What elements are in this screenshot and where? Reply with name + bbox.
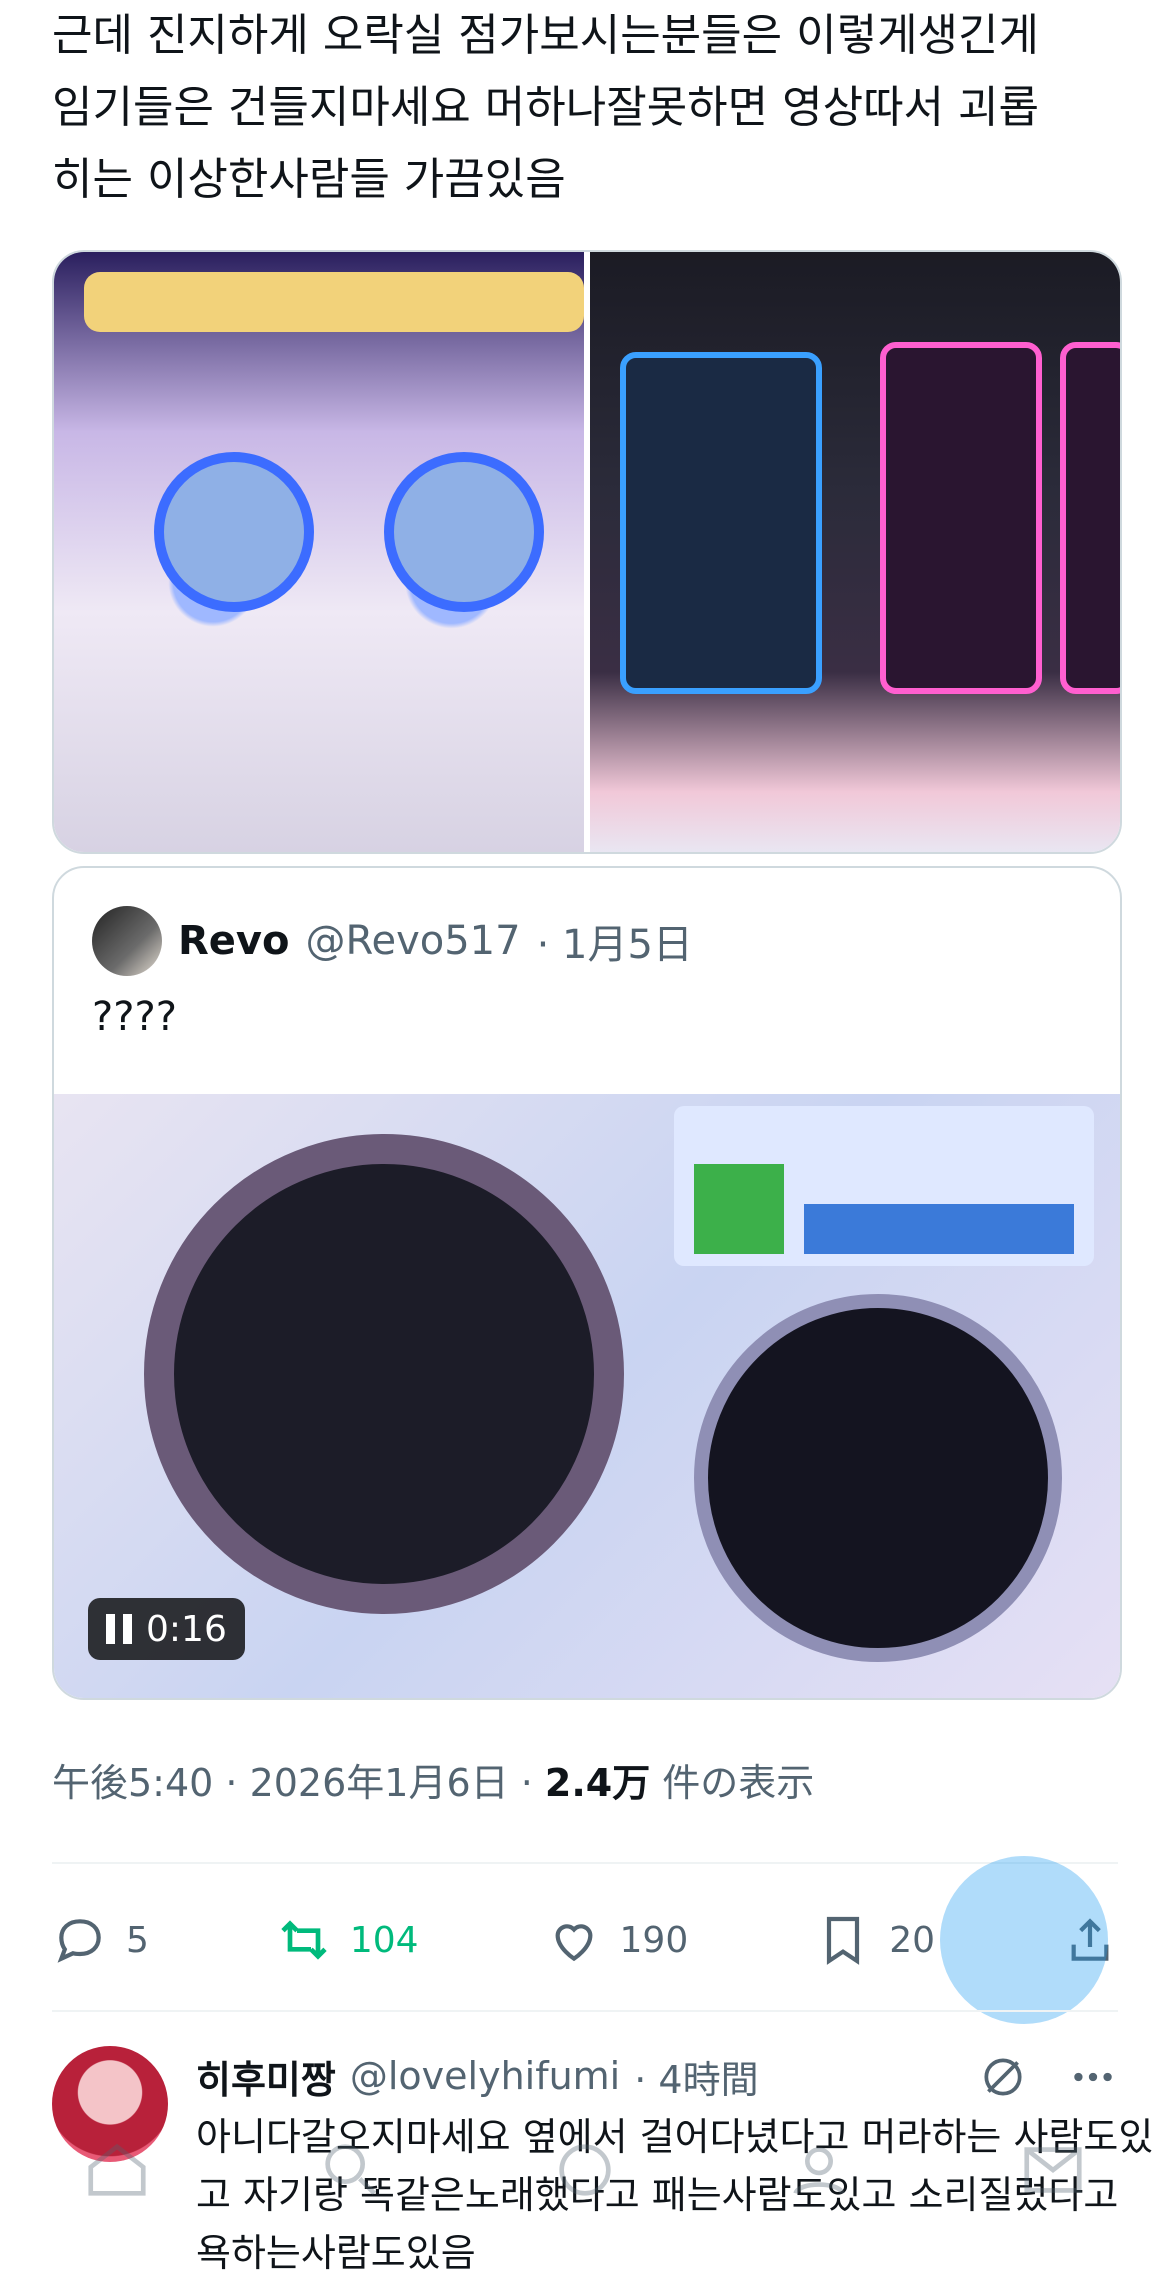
bookmark-icon <box>827 1916 860 1965</box>
reply-header: 히후미짱 @lovelyhifumi · 4時間 <box>196 2046 759 2106</box>
quote-author-name[interactable]: Revo <box>178 918 289 964</box>
home-icon[interactable] <box>82 2135 152 2205</box>
quote-header: Revo @Revo517 · 1月5日 <box>92 906 693 976</box>
pause-icon[interactable] <box>106 1614 132 1644</box>
communities-icon[interactable] <box>784 2135 854 2205</box>
like-icon <box>555 1924 592 1962</box>
grok-icon[interactable] <box>978 2052 1028 2102</box>
reply-author-name[interactable]: 히후미짱 <box>196 2049 336 2104</box>
bookmark-button[interactable]: 20 <box>815 1912 935 1968</box>
photo-arcade-machine-1[interactable] <box>54 252 584 852</box>
tweet-text: 근데 진지하게 오락실 점가보시는분들은 이렇게생긴게 임기들은 건들지마세요 … <box>52 10 1039 205</box>
divider <box>52 2010 1118 2012</box>
search-icon[interactable] <box>316 2135 386 2205</box>
view-label: 件の表示 <box>650 1761 815 1805</box>
like-count: 190 <box>619 1919 689 1961</box>
tweet-timestamp[interactable]: 午後5:40 · 2026年1月6日 · <box>52 1761 545 1805</box>
like-button[interactable]: 190 <box>546 1912 689 1968</box>
reply-icon <box>57 1919 101 1963</box>
compose-fab[interactable] <box>940 1856 1108 2024</box>
reply-author-handle[interactable]: @lovelyhifumi <box>350 2054 620 2098</box>
bottom-nav <box>0 2110 1170 2230</box>
quote-author-handle[interactable]: @Revo517 <box>305 918 520 964</box>
retweet-button[interactable]: 104 <box>276 1912 419 1968</box>
grok-nav-icon[interactable] <box>550 2135 620 2205</box>
media-grid[interactable] <box>52 250 1122 854</box>
video-player[interactable]: 0:16 <box>54 1094 1120 1698</box>
quote-date: · 1月5日 <box>536 922 693 968</box>
quote-text: ???? <box>92 994 177 1040</box>
view-count: 2.4万 <box>544 1761 651 1805</box>
photo-arcade-machine-2[interactable] <box>590 252 1120 852</box>
reply-count: 5 <box>126 1919 149 1961</box>
video-playback-badge[interactable]: 0:16 <box>88 1598 245 1660</box>
avatar[interactable] <box>92 906 162 976</box>
divider <box>52 1862 1118 1864</box>
reply-button[interactable]: 5 <box>52 1912 149 1968</box>
retweet-icon <box>281 1920 327 1960</box>
video-time: 0:16 <box>146 1608 227 1650</box>
quoted-tweet[interactable]: Revo @Revo517 · 1月5日 ???? 0:16 <box>52 866 1122 1700</box>
retweet-count: 104 <box>349 1919 419 1961</box>
reply-tools <box>978 2052 1118 2102</box>
bookmark-count: 20 <box>889 1919 936 1961</box>
reply-time: · 4時間 <box>634 2057 759 2102</box>
tweet-meta: 午後5:40 · 2026年1月6日 · 2.4万 件の表示 <box>52 1752 814 1807</box>
more-icon[interactable] <box>1068 2052 1118 2102</box>
messages-icon[interactable] <box>1018 2135 1088 2205</box>
